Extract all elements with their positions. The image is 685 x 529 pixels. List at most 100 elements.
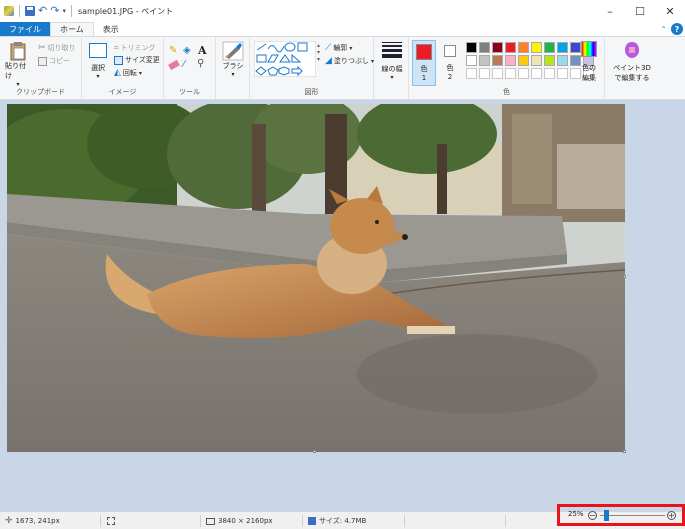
brush-button[interactable]: ブラシ ▾ <box>220 41 246 78</box>
fill-bucket-icon[interactable]: ◈ <box>183 45 191 56</box>
size-button[interactable]: 線の幅 ▾ <box>378 42 406 81</box>
outline-icon: ⟋ <box>325 43 332 53</box>
title-bar: ↶ ↷ ▾ sample01.JPG - ペイント – ☐ ✕ <box>0 0 685 22</box>
palette-color-swatch[interactable] <box>531 42 542 53</box>
palette-color-swatch[interactable] <box>544 55 555 66</box>
pencil-icon[interactable]: ✎ <box>169 45 177 56</box>
magnifier-icon[interactable]: ⚲ <box>197 58 204 69</box>
rainbow-color-icon <box>581 41 597 57</box>
save-icon[interactable] <box>25 6 35 16</box>
palette-custom-swatch[interactable] <box>557 68 568 79</box>
zoom-in-button[interactable]: + <box>667 511 676 520</box>
resize-handle-corner[interactable] <box>623 450 626 453</box>
select-label: 選択 <box>91 64 105 72</box>
crop-icon: ⌗ <box>114 43 119 52</box>
customize-qa-chevron-icon[interactable]: ▾ <box>62 7 66 15</box>
copy-button[interactable]: コピー <box>38 56 70 66</box>
fill-button[interactable]: ◢ 塗りつぶし ▾ <box>325 56 374 66</box>
edit-with-paint3d-button[interactable]: ペイント3D で編集する <box>607 41 657 83</box>
fill-icon: ◢ <box>325 56 332 66</box>
paint-app-icon[interactable] <box>4 6 14 16</box>
window-title: sample01.JPG - ペイント <box>77 6 174 16</box>
status-divider <box>404 515 405 527</box>
paste-button[interactable]: 貼り付け ▾ <box>5 41 31 88</box>
redo-icon[interactable]: ↷ <box>50 5 59 16</box>
size-chevron-icon: ▾ <box>390 74 394 81</box>
edit-colors-label-2: 編集 <box>582 74 596 82</box>
crop-button[interactable]: ⌗ トリミング <box>114 43 156 53</box>
palette-custom-swatch[interactable] <box>505 68 516 79</box>
palette-custom-swatch[interactable] <box>466 68 477 79</box>
close-button[interactable]: ✕ <box>655 0 685 22</box>
rotate-icon: ◭ <box>114 68 121 78</box>
color2-button[interactable]: 色 2 <box>439 40 461 86</box>
quick-access-toolbar: ↶ ↷ ▾ <box>0 0 74 22</box>
palette-color-swatch[interactable] <box>531 55 542 66</box>
palette-custom-swatch[interactable] <box>544 68 555 79</box>
undo-icon[interactable]: ↶ <box>38 5 47 16</box>
divider <box>19 5 20 17</box>
zoom-slider-track[interactable] <box>600 515 665 516</box>
palette-color-swatch[interactable] <box>557 55 568 66</box>
copy-icon <box>38 56 47 66</box>
color-picker-icon[interactable]: ⁄ <box>183 59 185 70</box>
palette-custom-swatch[interactable] <box>492 68 503 79</box>
palette-color-swatch[interactable] <box>518 42 529 53</box>
help-icon[interactable]: ? <box>671 23 683 35</box>
palette-color-swatch[interactable] <box>518 55 529 66</box>
palette-color-swatch[interactable] <box>492 55 503 66</box>
palette-color-swatch[interactable] <box>466 55 477 66</box>
tab-file[interactable]: ファイル <box>0 22 50 36</box>
shapes-group-label: 図形 <box>304 88 319 96</box>
palette-color-swatch[interactable] <box>466 42 477 53</box>
zoom-percent: 25% <box>568 510 584 518</box>
text-tool-icon[interactable]: A <box>198 44 207 57</box>
rotate-label: 回転 <box>122 69 137 77</box>
minimize-button[interactable]: – <box>595 0 625 22</box>
resize-handle-right[interactable] <box>623 275 626 278</box>
brush-chevron-icon: ▾ <box>231 71 235 78</box>
palette-custom-swatch[interactable] <box>479 68 490 79</box>
palette-color-swatch[interactable] <box>479 55 490 66</box>
outline-chevron-icon: ▾ <box>349 44 353 52</box>
rotate-button[interactable]: ◭ 回転 ▾ <box>114 68 142 78</box>
resize-button[interactable]: サイズ変更 <box>114 55 160 65</box>
palette-color-swatch[interactable] <box>557 42 568 53</box>
shapes-gallery[interactable] <box>254 41 316 77</box>
canvas-image[interactable] <box>7 104 625 452</box>
palette-custom-swatch[interactable] <box>531 68 542 79</box>
maximize-button[interactable]: ☐ <box>625 0 655 22</box>
edit-colors-button[interactable]: 色の 編集 <box>577 41 601 83</box>
image-group-label: イメージ <box>108 88 137 96</box>
ribbon: 貼り付け ▾ ✂ 切り取り コピー クリップボード 選択 ▾ ⌗ トリミング サ… <box>0 36 685 100</box>
cut-button[interactable]: ✂ 切り取り <box>38 43 76 53</box>
resize-handle-bottom[interactable] <box>313 450 316 453</box>
color1-button[interactable]: 色 1 <box>412 40 436 86</box>
clipboard-group-label: クリップボード <box>16 88 65 96</box>
palette-color-swatch[interactable] <box>492 42 503 53</box>
eraser-icon[interactable] <box>168 59 180 71</box>
palette-color-swatch[interactable] <box>505 42 516 53</box>
collapse-ribbon-icon[interactable]: ⌃ <box>660 25 667 34</box>
palette-color-swatch[interactable] <box>479 42 490 53</box>
select-button[interactable]: 選択 ▾ <box>87 43 109 80</box>
shapes-scroll-icon[interactable]: ▴ ▾ ▾ <box>317 42 320 63</box>
color1-swatch <box>416 44 432 60</box>
outline-label: 輪郭 <box>333 44 348 52</box>
zoom-slider-thumb[interactable] <box>603 510 609 521</box>
brushes-group: ブラシ ▾ <box>216 37 250 99</box>
tab-home[interactable]: ホーム <box>50 22 94 36</box>
canvas-area[interactable] <box>0 100 685 511</box>
outline-button[interactable]: ⟋ 輪郭 ▾ <box>325 43 352 53</box>
colors-group-label: 色 <box>503 88 510 96</box>
cursor-position: ✛ 1673, 241px <box>5 512 60 529</box>
zoom-out-button[interactable]: − <box>588 511 597 520</box>
divider <box>70 5 72 17</box>
dog-photo <box>7 104 625 452</box>
fill-label: 塗りつぶし <box>333 57 369 65</box>
palette-custom-swatch[interactable] <box>518 68 529 79</box>
palette-color-swatch[interactable] <box>505 55 516 66</box>
tab-view[interactable]: 表示 <box>94 22 128 36</box>
cursor-crosshair-icon: ✛ <box>5 516 13 526</box>
palette-color-swatch[interactable] <box>544 42 555 53</box>
